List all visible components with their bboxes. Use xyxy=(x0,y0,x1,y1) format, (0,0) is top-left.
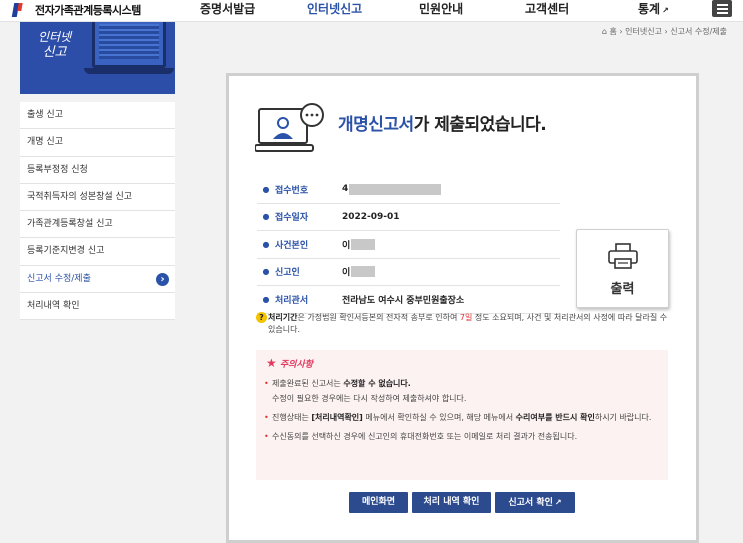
result-title: 개명신고서가 제출되었습니다. xyxy=(338,110,547,135)
caution-item2-b: [처리내역확인] xyxy=(311,413,363,422)
processing-period-notice: ? 처리기간은 가정법원 확인서등본의 전자적 송부로 인하여 7일 정도 소요… xyxy=(256,312,668,336)
logo-mark-icon xyxy=(10,2,26,18)
sidebar-item-correction[interactable]: 등록부정정 신청 xyxy=(20,156,175,184)
notice-days: 7일 xyxy=(459,313,473,322)
result-title-rest: 가 제출되었습니다. xyxy=(413,115,547,135)
sidebar-item-edit-submit[interactable]: 신고서 수정/제출 › xyxy=(20,265,175,294)
caution-title: ★ 주의사항 xyxy=(266,356,660,370)
info-row-reporter: ● 신고인 이 xyxy=(257,259,560,286)
star-icon: ★ xyxy=(266,356,277,370)
caution-title-label: 주의사항 xyxy=(279,360,314,370)
info-row-subject-person: ● 사건본인 이 xyxy=(257,231,560,259)
laptop-user-chat-icon xyxy=(255,103,324,152)
question-icon: ? xyxy=(256,312,267,323)
nav-civil-guide[interactable]: 민원안내 xyxy=(419,0,463,16)
top-navigation-bar: 전자가족관계등록시스템 증명서발급 인터넷신고 민원안내 고객센터 통계 ↗ xyxy=(0,0,743,22)
section-banner: 인터넷 신고 xyxy=(20,22,175,94)
info-label: 처리관서 xyxy=(275,295,309,306)
sidebar-item-registry-creation[interactable]: 가족관계등록창설 신고 xyxy=(20,211,175,239)
info-label: 접수번호 xyxy=(275,185,309,196)
sidebar-item-label: 개명 신고 xyxy=(27,137,63,148)
breadcrumb: ⌂ 홈 › 인터넷신고 › 신고서 수정/제출 xyxy=(602,26,727,37)
breadcrumb-section[interactable]: 인터넷신고 xyxy=(625,27,662,36)
caution-item2-c: 메뉴에서 확인하실 수 있으며, 해당 메뉴에서 xyxy=(362,413,516,422)
sidebar: 출생 신고 개명 신고 등록부정정 신청 국적취득자의 성본창설 신고 가족관계… xyxy=(20,102,175,321)
bullet-icon: ● xyxy=(262,212,270,222)
nav-statistics-label: 통계 xyxy=(638,2,661,16)
processing-history-button[interactable]: 처리 내역 확인 xyxy=(412,492,491,513)
info-value: 전라남도 여수시 중부민원출장소 xyxy=(342,295,465,306)
sidebar-item-label: 출생 신고 xyxy=(27,110,63,120)
sidebar-item-birth[interactable]: 출생 신고 xyxy=(20,102,175,130)
chevron-right-icon: › xyxy=(156,272,169,286)
laptop-base-icon xyxy=(84,68,174,74)
site-name: 전자가족관계등록시스템 xyxy=(35,4,141,17)
caution-item2-a: 진행상태는 xyxy=(272,413,312,422)
notice-text1: 은 가정법원 확인서등본의 전자적 송부로 인하여 xyxy=(297,313,460,322)
caution-item2-e: 하시기 바랍니다. xyxy=(594,413,652,422)
nav-statistics[interactable]: 통계 ↗ xyxy=(638,0,669,16)
external-link-icon: ↗ xyxy=(554,498,562,507)
report-check-label: 신고서 확인 xyxy=(508,498,553,508)
caution-item1-line2: 수정이 필요한 경우에는 다시 작성하여 제출하셔야 합니다. xyxy=(272,394,467,403)
info-value: 이 xyxy=(342,268,351,279)
breadcrumb-current: 신고서 수정/제출 xyxy=(670,27,727,36)
caution-item: 수신동의를 선택하신 경우에 신고인의 휴대전화번호 또는 이메일로 처리 결과… xyxy=(264,429,660,444)
sidebar-item-naturalized-surname[interactable]: 국적취득자의 성본창설 신고 xyxy=(20,183,175,212)
info-row-office: ● 처리관서 전라남도 여수시 중부민원출장소 xyxy=(257,286,560,314)
bullet-icon: ● xyxy=(262,267,270,277)
bullet-icon: ● xyxy=(262,239,270,249)
banner-line1: 인터넷 xyxy=(38,30,72,44)
bullet-icon: ● xyxy=(262,184,270,194)
laptop-illustration-icon xyxy=(92,22,166,68)
external-link-icon: ↗ xyxy=(662,6,669,15)
print-label: 출력 xyxy=(610,282,635,297)
banner-line2: 신고 xyxy=(42,45,67,60)
info-value: 이 xyxy=(342,240,351,251)
bullet-icon: ● xyxy=(262,294,270,304)
result-title-em: 개명신고서 xyxy=(338,115,414,135)
receipt-info-table: ● 접수번호 4 ● 접수일자 2022-09-01 ● 사건본인 이 ● 신고… xyxy=(257,176,560,314)
sidebar-item-label: 가족관계등록창설 신고 xyxy=(27,219,113,230)
sidebar-item-label: 등록부정정 신청 xyxy=(27,164,88,175)
caution-item2-d: 수리여부를 반드시 확인 xyxy=(515,413,595,422)
sidebar-item-label: 처리내역 확인 xyxy=(27,301,80,312)
sidebar-item-label: 등록기준지변경 신고 xyxy=(27,246,105,257)
sidebar-item-label: 국적취득자의 성본창설 신고 xyxy=(27,191,133,202)
caution-item1-text: 제출완료된 신고서는 xyxy=(272,379,344,388)
info-value: 4 xyxy=(342,184,349,195)
redaction-block xyxy=(349,183,442,195)
info-row-receipt-date: ● 접수일자 2022-09-01 xyxy=(257,204,560,231)
sidebar-item-base-change[interactable]: 등록기준지변경 신고 xyxy=(20,238,175,266)
printer-icon xyxy=(608,243,638,269)
print-button[interactable]: 출력 xyxy=(576,229,669,308)
caution-item3: 수신동의를 선택하신 경우에 신고인의 휴대전화번호 또는 이메일로 처리 결과… xyxy=(272,432,578,441)
caution-box: ★ 주의사항 제출완료된 신고서는 수정할 수 없습니다. 수정이 필요한 경우에… xyxy=(256,350,668,480)
caution-item: 진행상태는 [처리내역확인] 메뉴에서 확인하실 수 있으며, 해당 메뉴에서 … xyxy=(264,410,660,425)
info-value: 2022-09-01 xyxy=(342,211,400,222)
caution-item: 제출완료된 신고서는 수정할 수 없습니다. 수정이 필요한 경우에는 다시 작성… xyxy=(264,376,660,406)
caution-list: 제출완료된 신고서는 수정할 수 없습니다. 수정이 필요한 경우에는 다시 작성… xyxy=(264,376,660,444)
notice-strong: 처리기간 xyxy=(268,313,298,322)
breadcrumb-home[interactable]: 홈 xyxy=(609,27,616,36)
info-row-receipt-number: ● 접수번호 4 xyxy=(257,176,560,204)
info-label: 접수일자 xyxy=(275,213,309,224)
redaction-block xyxy=(351,266,376,278)
sidebar-item-label: 신고서 수정/제출 xyxy=(27,273,91,284)
banner-title: 인터넷 신고 xyxy=(38,30,71,60)
hamburger-menu-button[interactable] xyxy=(712,0,732,17)
nav-internet-report[interactable]: 인터넷신고 xyxy=(307,0,362,16)
redaction-block xyxy=(351,238,376,250)
nav-certificate[interactable]: 증명서발급 xyxy=(200,0,255,16)
main-screen-button[interactable]: 메인화면 xyxy=(349,492,408,513)
caution-item1-strong: 수정할 수 없습니다. xyxy=(343,379,411,388)
report-check-button[interactable]: 신고서 확인 ↗ xyxy=(495,492,575,513)
sidebar-item-history[interactable]: 처리내역 확인 xyxy=(20,293,175,321)
nav-customer-center[interactable]: 고객센터 xyxy=(525,0,569,16)
info-label: 신고인 xyxy=(275,268,300,279)
site-logo[interactable]: 전자가족관계등록시스템 xyxy=(10,1,141,19)
info-label: 사건본인 xyxy=(275,240,309,251)
home-icon[interactable]: ⌂ xyxy=(602,27,607,36)
sidebar-item-name-change[interactable]: 개명 신고 xyxy=(20,129,175,157)
